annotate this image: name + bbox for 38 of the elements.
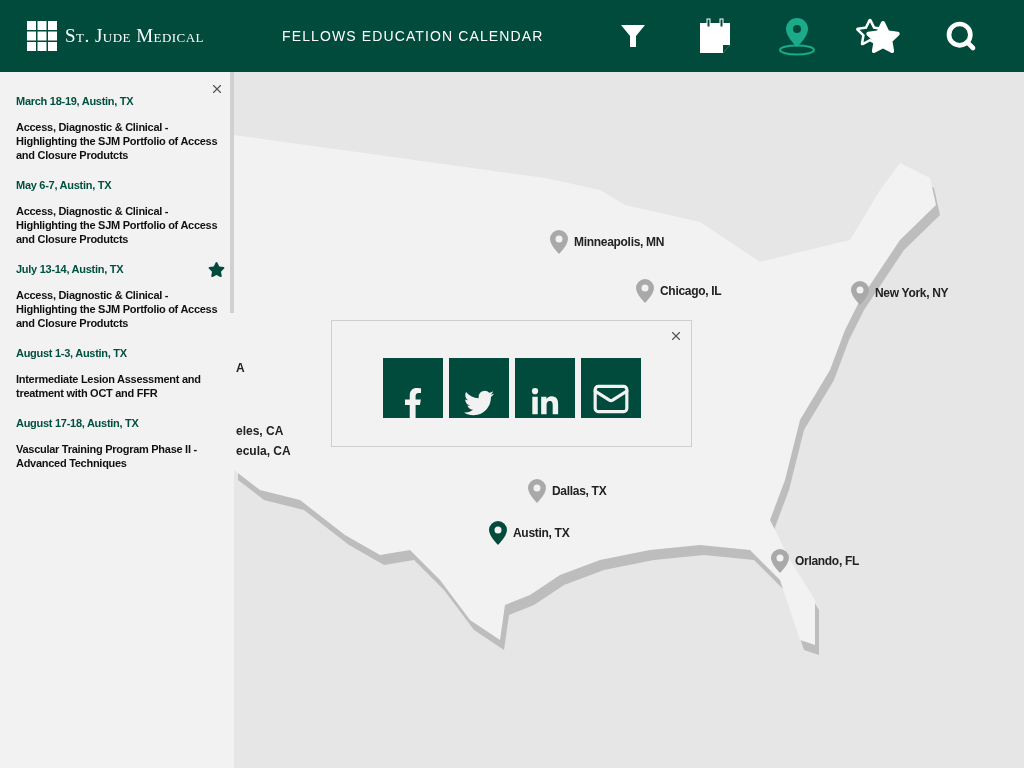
- city-label: ecula, CA: [236, 443, 291, 460]
- page-title: FELLOWS EDUCATION CALENDAR: [282, 26, 544, 46]
- city-label: A: [236, 360, 245, 377]
- city-label: New York, NY: [875, 285, 949, 302]
- city-label: eles, CA: [236, 423, 284, 440]
- event-date[interactable]: August 1-3, Austin, TX: [16, 344, 127, 362]
- city-label: Minneapolis, MN: [574, 234, 665, 251]
- event-title[interactable]: Access, Diagnostic & Clinical - Highlighting the SJM Portfolio of Access and Closure Produtcts: [16, 204, 226, 246]
- star-icon[interactable]: [208, 260, 225, 278]
- stars-icon: [855, 17, 903, 55]
- search-icon: [945, 20, 977, 52]
- share-button[interactable]: [514, 358, 575, 418]
- close-button[interactable]: [210, 82, 224, 96]
- twitter-icon: [463, 388, 494, 418]
- close-icon: [669, 329, 683, 343]
- event-title[interactable]: Access, Diagnostic & Clinical - Highlighting the SJM Portfolio of Access and Closure Produtcts: [16, 120, 226, 162]
- event-date[interactable]: August 17-18, Austin, TX: [16, 414, 139, 432]
- event-date[interactable]: March 18-19, Austin, TX: [16, 92, 134, 110]
- event-title[interactable]: Intermediate Lesion Assessment and treatment with OCT and FFR: [16, 372, 226, 400]
- logo-icon: [27, 21, 57, 51]
- event-date[interactable]: July 13-14, Austin, TX: [16, 260, 124, 278]
- city-label: Dallas, TX: [552, 483, 607, 500]
- event-date[interactable]: May 6-7, Austin, TX: [16, 176, 112, 194]
- event-title[interactable]: Access, Diagnostic & Clinical - Highlighting the SJM Portfolio of Access and Closure Produtcts: [16, 288, 226, 330]
- map-pin-icon[interactable]: [488, 520, 508, 546]
- filter-icon: [619, 22, 647, 50]
- map-pin-icon: [778, 16, 816, 56]
- event-title[interactable]: Vascular Training Program Phase II - Advanced Techniques: [16, 442, 226, 470]
- share-button[interactable]: [382, 358, 443, 418]
- scrollbar[interactable]: [230, 72, 234, 313]
- logo-text: St. Jude Medical: [65, 23, 205, 48]
- close-icon: [210, 82, 224, 96]
- share-button[interactable]: [448, 358, 509, 418]
- calendar-icon: [699, 18, 731, 54]
- city-label: Orlando, FL: [795, 553, 860, 570]
- city-label: Chicago, IL: [660, 283, 722, 300]
- city-label: Austin, TX: [513, 525, 570, 542]
- share-button[interactable]: [580, 358, 641, 418]
